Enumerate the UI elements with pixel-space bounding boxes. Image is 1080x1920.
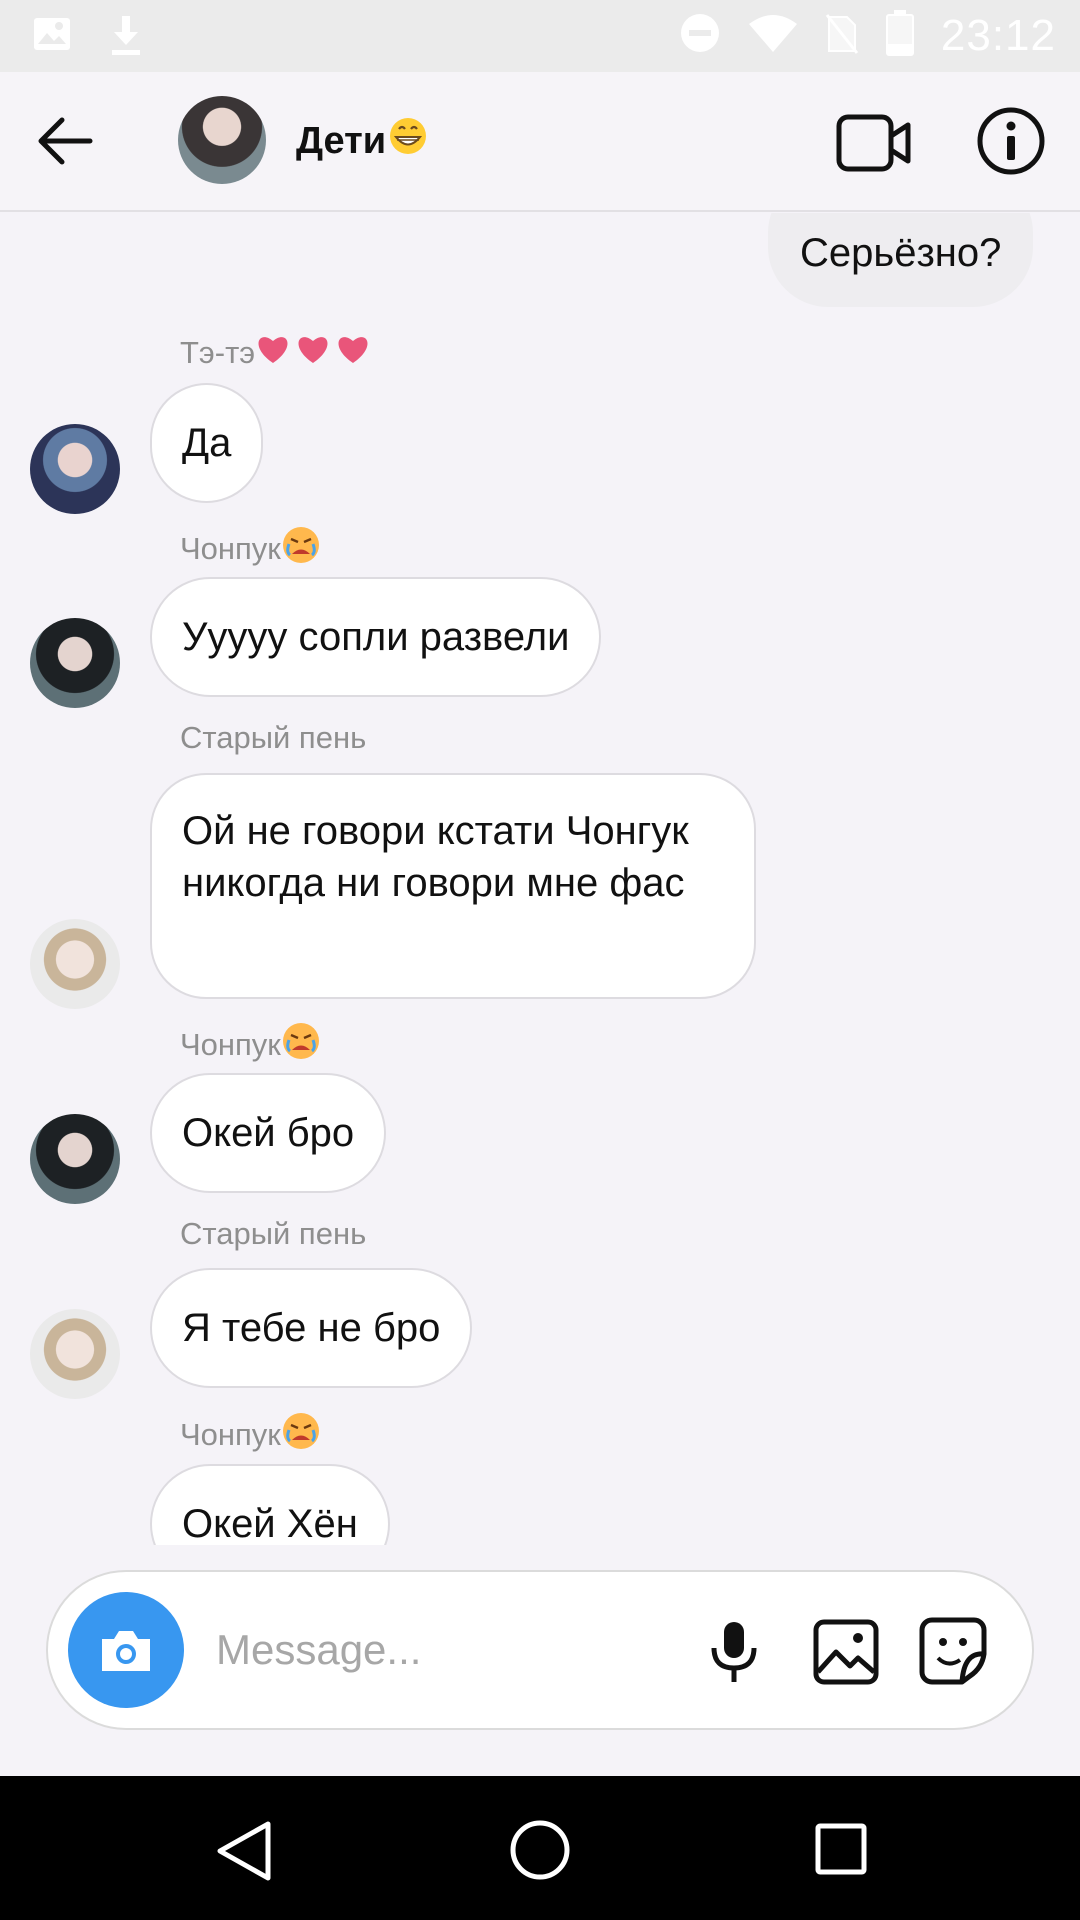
- avatar[interactable]: [30, 1114, 120, 1204]
- message-bubble-incoming[interactable]: Ууууу сопли развели: [150, 577, 602, 697]
- do-not-disturb-icon: [679, 12, 721, 59]
- grinning-emoji: [388, 116, 428, 166]
- battery-icon: [885, 10, 915, 61]
- sender-label: Старый пень: [180, 1216, 367, 1251]
- message-bubble-incoming[interactable]: Ой не говори кстати Чонгук никогда ни го…: [150, 773, 756, 999]
- sender-label: Тэ-тэ: [180, 335, 256, 370]
- info-icon: [977, 107, 1045, 175]
- arrow-left-icon: [38, 117, 93, 165]
- chat-title: Дети: [296, 119, 387, 162]
- avatar[interactable]: [30, 919, 120, 1009]
- message-bubble-incoming[interactable]: Да: [150, 383, 264, 503]
- crying-emoji: [281, 525, 321, 573]
- sender-label: Чонпук: [180, 531, 281, 566]
- back-button[interactable]: [32, 108, 98, 174]
- system-navigation-bar: [0, 1776, 1080, 1920]
- microphone-button[interactable]: [706, 1620, 762, 1684]
- gallery-button[interactable]: [812, 1618, 880, 1686]
- message-bubble-incoming[interactable]: Окей бро: [150, 1073, 387, 1193]
- message-input[interactable]: [214, 1612, 684, 1688]
- nav-recents-icon: [815, 1823, 867, 1875]
- sender-name: Тэ-тэ: [180, 331, 373, 375]
- nav-back-icon: [217, 1821, 271, 1881]
- crying-emoji: [281, 1021, 321, 1069]
- sender-label: Чонпук: [180, 1027, 281, 1062]
- image-icon: [32, 14, 72, 61]
- message-thread[interactable]: Серьёзно? Тэ-тэ Да Чонпук Ууууу сопли ра…: [0, 213, 1080, 1545]
- video-call-button[interactable]: [836, 112, 912, 174]
- message-text: Окей бро: [182, 1111, 355, 1155]
- chat-title-button[interactable]: Дети: [296, 116, 428, 166]
- three-hearts: [255, 331, 373, 375]
- group-avatar[interactable]: [178, 96, 266, 184]
- sticker-icon: [919, 1617, 987, 1685]
- avatar[interactable]: [30, 1309, 120, 1399]
- no-sim-icon: [825, 11, 859, 60]
- sender-name: Чонпук: [180, 1021, 321, 1069]
- message-composer: [46, 1570, 1034, 1730]
- avatar[interactable]: [30, 424, 120, 514]
- wifi-icon: [747, 12, 799, 59]
- nav-recents-button[interactable]: [814, 1822, 868, 1876]
- crying-emoji: [281, 1411, 321, 1459]
- status-bar: 23:12: [0, 0, 1080, 72]
- sender-name: Старый пень: [180, 720, 366, 756]
- message-text: Ой не говори кстати Чонгук никогда ни го…: [182, 809, 689, 905]
- nav-back-button[interactable]: [212, 1818, 274, 1884]
- gallery-icon: [813, 1619, 879, 1685]
- message-bubble-incoming[interactable]: Окей Хён: [150, 1464, 390, 1545]
- info-button[interactable]: [976, 106, 1046, 176]
- message-text: Серьёзно?: [800, 231, 1002, 275]
- message-text: Я тебе не бро: [182, 1306, 441, 1350]
- sender-label: Чонпук: [180, 1417, 281, 1452]
- message-bubble-incoming[interactable]: Я тебе не бро: [150, 1268, 473, 1388]
- chat-header: Дети: [0, 72, 1080, 212]
- message-text: Окей Хён: [182, 1502, 358, 1545]
- camera-icon: [102, 1631, 150, 1671]
- message-bubble-outgoing[interactable]: Серьёзно?: [768, 213, 1034, 307]
- video-camera-icon: [836, 114, 911, 172]
- sender-name: Чонпук: [180, 525, 321, 573]
- avatar[interactable]: [30, 618, 120, 708]
- download-icon: [108, 14, 144, 61]
- sticker-button[interactable]: [918, 1616, 988, 1686]
- sender-name: Чонпук: [180, 1411, 321, 1459]
- microphone-icon: [711, 1622, 757, 1682]
- nav-home-button[interactable]: [508, 1818, 572, 1882]
- nav-home-icon: [510, 1820, 570, 1880]
- sender-label: Старый пень: [180, 720, 367, 755]
- status-time: 23:12: [940, 10, 1056, 60]
- message-text: Ууууу сопли развели: [182, 615, 570, 659]
- camera-button[interactable]: [68, 1592, 184, 1708]
- message-text: Да: [182, 421, 232, 465]
- sender-name: Старый пень: [180, 1216, 366, 1252]
